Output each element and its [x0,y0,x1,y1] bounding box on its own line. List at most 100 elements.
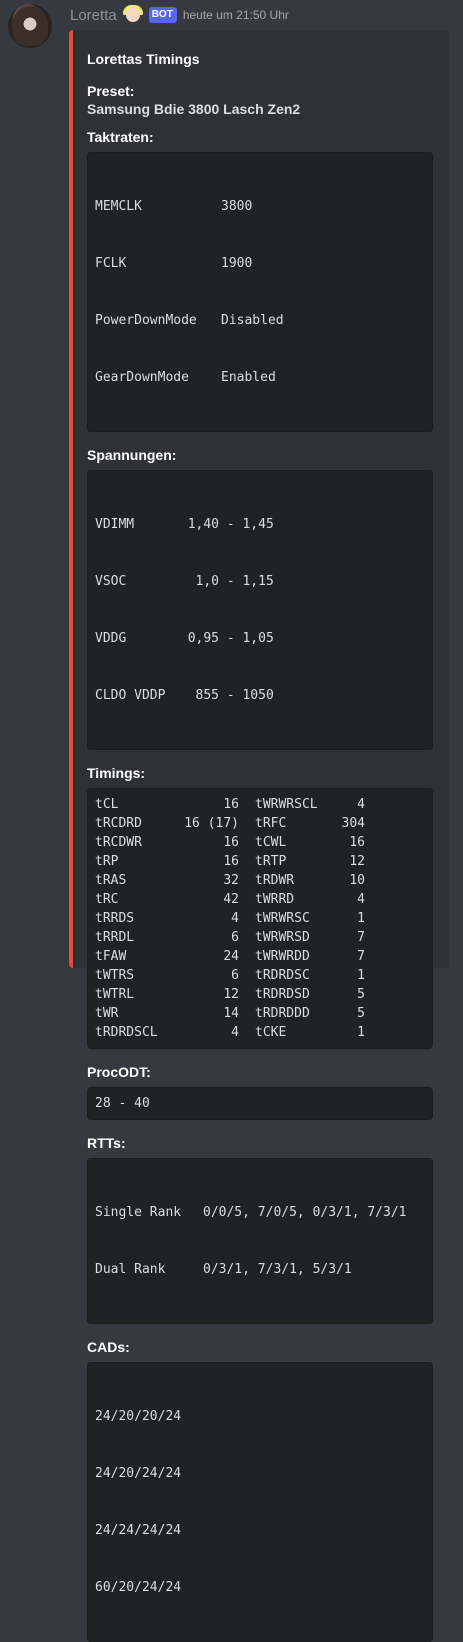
timing-value: 304 [341,816,365,831]
timing-row: tRC 42 tWRRD 4 [95,890,424,909]
timing-value: 6 [231,968,239,983]
field-name: Spannungen: [87,447,177,463]
embed: Lorettas Timings Preset: Samsung Bdie 38… [69,30,449,1642]
timing-row: tCL 16 tWRWRSCL 4 [95,795,424,814]
code-value: 0/3/1, 7/3/1, 5/3/1 [203,1262,352,1277]
field-cads: CADs: 24/20/20/24 24/20/24/24 24/24/24/2… [87,1338,433,1642]
timing-value: 16 [223,797,239,812]
timing-value: 4 [357,797,365,812]
code-key: CLDO VDDP [95,688,166,703]
timing-value: 4 [231,911,239,926]
timing-key: tRC [95,892,119,907]
code-value-min: 1,0 [195,574,219,589]
code-key: VSOC [95,574,127,589]
timing-key: tRCDWR [95,835,142,850]
timing-key: tRDRDSCL [95,1025,158,1040]
bot-badge: BOT [148,7,177,23]
field-name: Preset: [87,83,135,99]
code-key: VDIMM [95,517,135,532]
timing-value: 7 [357,949,365,964]
timing-key: tRCDRD [95,816,142,831]
code-block: MEMCLK 3800 FCLK 1900 PowerDownMode Disable… [87,152,433,432]
code-block: 28 - 40 [87,1087,433,1120]
code-row: GearDownMode Enabled [95,368,424,387]
timing-key: tRTP [255,854,287,869]
timing-key: tRFC [255,816,287,831]
timing-key: tWR [95,1006,119,1021]
timing-key: tWRRD [255,892,295,907]
timing-key: tRP [95,854,119,869]
timing-row: tWTRS 6 tRDRDSC 1 [95,966,424,985]
field-timings: Timings: tCL 16 tWRWRSCL 4 tRCDRD 16 (17) tRFC… [87,764,433,1049]
code-row: VSOC 1,0 - 1,15 [95,572,424,591]
timing-key: tRDRDSD [255,987,310,1002]
timing-key: tWTRS [95,968,135,983]
code-value-max-text: 1,05 [242,631,274,646]
code-row: CLDO VDDP 855 - 1050 [95,686,424,705]
timing-value: 16 (17) [184,816,239,831]
timing-key: tRAS [95,873,127,888]
timing-row: tRRDL 6 tWRWRSD 7 [95,928,424,947]
field-name: Taktraten: [87,129,154,145]
field-procodt: ProcODT: 28 - 40 [87,1063,433,1120]
timing-value: 16 [223,854,239,869]
code-key: VDDG [95,631,127,646]
code-line: 24/20/24/24 [95,1466,182,1481]
timing-row: tRCDWR 16 tCWL 16 [95,833,424,852]
timing-key: tCWL [255,835,287,850]
timing-key: tRDRDDD [255,1006,310,1021]
code-value-min: 1,40 [187,517,219,532]
timing-value: 1 [357,968,365,983]
field-name: ProcODT: [87,1064,151,1080]
timing-value: 16 [223,835,239,850]
anime-girl-emoji-icon [122,5,143,25]
code-block: Single Rank 0/0/5, 7/0/5, 0/3/1, 7/3/1 Du… [87,1158,433,1324]
code-row: Dual Rank 0/3/1, 7/3/1, 5/3/1 [95,1260,424,1279]
timing-value: 32 [223,873,239,888]
code-value: Enabled [221,370,276,385]
timing-key: tCKE [255,1025,287,1040]
timing-value: 14 [223,1006,239,1021]
timing-value: 1 [357,911,365,926]
timing-value: 10 [349,873,365,888]
author-name[interactable]: Loretta [70,7,117,24]
embed-title: Lorettas Timings [87,51,200,67]
code-key: Dual Rank [95,1262,166,1277]
message-header: Loretta BOT heute um 21:50 Uhr [70,4,289,26]
field-preset: Preset: Samsung Bdie 3800 Lasch Zen2 [87,82,433,118]
code-row: Single Rank 0/0/5, 7/0/5, 0/3/1, 7/3/1 [95,1203,424,1222]
timing-key: tWTRL [95,987,135,1002]
code-block: VDIMM 1,40 - 1,45 VSOC 1,0 - 1,15 VDDG 0,95… [87,470,433,750]
timing-row: tRCDRD 16 (17) tRFC 304 [95,814,424,833]
timing-key: tWRWRSCL [255,797,318,812]
code-value: 3800 [221,199,253,214]
timing-row: tRP 16 tRTP 12 [95,852,424,871]
code-block: tCL 16 tWRWRSCL 4 tRCDRD 16 (17) tRFC 304 tRCDWR… [87,788,433,1049]
code-value-max: - 1,45 [219,517,274,532]
timing-key: tRRDL [95,930,135,945]
avatar[interactable] [8,4,52,48]
timing-value: 4 [357,892,365,907]
code-row: VDDG 0,95 - 1,05 [95,629,424,648]
timing-row: tRAS 32 tRDWR 10 [95,871,424,890]
timing-key: tWRWRSC [255,911,310,926]
code-value-max-text: 1050 [242,688,274,703]
timing-value: 42 [223,892,239,907]
timing-value: 24 [223,949,239,964]
timing-key: tWRWRSD [255,930,310,945]
field-rtts: RTTs: Single Rank 0/0/5, 7/0/5, 0/3/1, 7/… [87,1134,433,1324]
code-block: 24/20/20/24 24/20/24/24 24/24/24/24 60/2… [87,1362,433,1642]
code-value-min: 0,95 [187,631,219,646]
timing-value: 12 [349,854,365,869]
timestamp: heute um 21:50 Uhr [182,8,289,22]
code-value: Disabled [221,313,284,328]
